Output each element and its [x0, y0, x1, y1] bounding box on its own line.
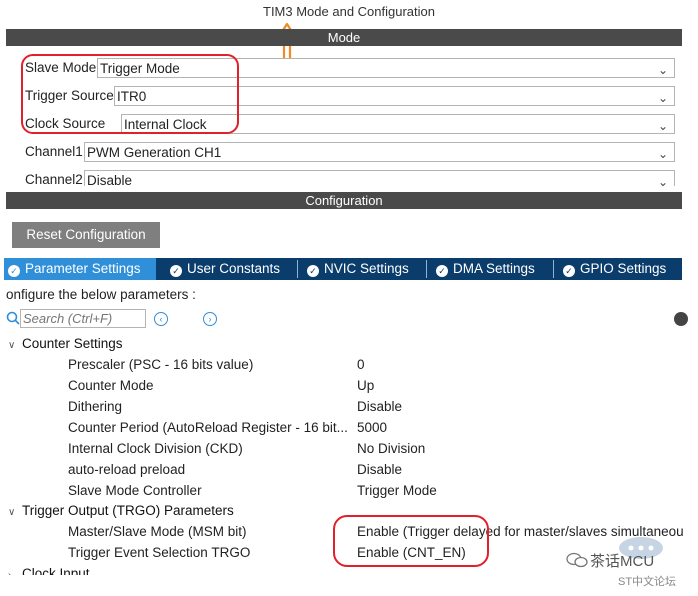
search-icon [6, 311, 20, 325]
tab-label: User Constants [187, 261, 281, 276]
param-value[interactable]: 0 [357, 357, 365, 372]
param-name: Prescaler (PSC - 16 bits value) [68, 357, 254, 372]
param-name: auto-reload preload [68, 462, 186, 477]
channel2-label: Channel2 [25, 172, 83, 186]
check-circle-icon: ✓ [563, 265, 575, 277]
wechat-icon [566, 552, 588, 568]
previous-match-icon[interactable]: ‹ [154, 312, 168, 326]
param-value[interactable]: Disable [357, 462, 402, 477]
tab-label: GPIO Settings [580, 261, 667, 276]
tab-divider [426, 260, 427, 278]
scroll-indicator-icon[interactable] [674, 312, 688, 326]
group-clock-input-partial[interactable]: ›Clock Input [0, 566, 200, 575]
param-name: Counter Period (AutoReload Register - 16… [68, 420, 348, 435]
channel2-row: Channel2 Disable ⌄ [0, 168, 698, 186]
configure-instructions: onfigure the below parameters : [6, 287, 196, 302]
chevron-down-icon: ⌄ [657, 91, 668, 105]
group-title: Clock Input [22, 566, 90, 575]
tab-label: NVIC Settings [324, 261, 409, 276]
group-trigger-output[interactable]: ∨ Trigger Output (TRGO) Parameters [8, 503, 234, 518]
search-input[interactable] [20, 309, 146, 328]
group-counter-settings[interactable]: ∨ Counter Settings [8, 336, 123, 351]
check-circle-icon: ✓ [307, 265, 319, 277]
param-value[interactable]: Up [357, 378, 374, 393]
watermark-site: ST中文论坛 [618, 576, 677, 588]
group-title: Trigger Output (TRGO) Parameters [22, 503, 234, 518]
param-value[interactable]: Disable [357, 399, 402, 414]
chevron-down-icon: ⌄ [657, 147, 668, 161]
chevron-down-icon: ∨ [8, 340, 16, 351]
mode-header: Mode [6, 29, 682, 46]
tab-nvic-settings[interactable]: ✓ NVIC Settings [303, 258, 423, 280]
tab-gpio-settings[interactable]: ✓ GPIO Settings [559, 258, 679, 280]
watermark-brand: 茶话MCU [590, 553, 655, 570]
tab-divider [297, 260, 298, 278]
window-title: TIM3 Mode and Configuration [263, 4, 435, 19]
next-match-icon[interactable]: › [203, 312, 217, 326]
check-circle-icon: ✓ [436, 265, 448, 277]
chevron-right-icon: › [8, 570, 22, 575]
param-value[interactable]: Trigger Mode [357, 483, 437, 498]
chevron-down-icon: ∨ [8, 507, 16, 518]
channel1-select[interactable]: PWM Generation CH1 ⌄ [84, 142, 675, 162]
tab-label: Parameter Settings [25, 261, 141, 276]
red-annotation-box-trigger [333, 515, 489, 567]
param-name: Internal Clock Division (CKD) [68, 441, 243, 456]
tab-dma-settings[interactable]: ✓ DMA Settings [432, 258, 550, 280]
channel2-select[interactable]: Disable ⌄ [84, 170, 675, 186]
channel2-value: Disable [87, 173, 133, 186]
param-name: Trigger Event Selection TRGO [68, 545, 251, 560]
chevron-down-icon: ⌄ [657, 63, 668, 77]
chevron-down-icon: ⌄ [657, 119, 668, 133]
channel1-label: Channel1 [25, 144, 83, 159]
param-name: Counter Mode [68, 378, 154, 393]
settings-tab-bar: ✓ Parameter Settings ✓ User Constants ✓ NVI… [4, 258, 682, 280]
check-circle-icon: ✓ [8, 265, 20, 277]
tab-label: DMA Settings [453, 261, 535, 276]
param-name: Dithering [68, 399, 123, 414]
channel1-value: PWM Generation CH1 [87, 145, 222, 160]
param-value[interactable]: No Division [357, 441, 425, 456]
check-circle-icon: ✓ [170, 265, 182, 277]
configuration-header: Configuration [6, 192, 682, 209]
param-name: Master/Slave Mode (MSM bit) [68, 524, 247, 539]
tab-user-constants[interactable]: ✓ User Constants [166, 258, 294, 280]
reset-configuration-button[interactable]: Reset Configuration [12, 222, 160, 248]
tab-parameter-settings[interactable]: ✓ Parameter Settings [4, 258, 156, 280]
param-name: Slave Mode Controller [68, 483, 202, 498]
chevron-down-icon: ⌄ [657, 175, 668, 186]
group-title: Counter Settings [22, 336, 123, 351]
tab-divider [553, 260, 554, 278]
param-value[interactable]: 5000 [357, 420, 387, 435]
red-annotation-box-mode [21, 54, 239, 134]
